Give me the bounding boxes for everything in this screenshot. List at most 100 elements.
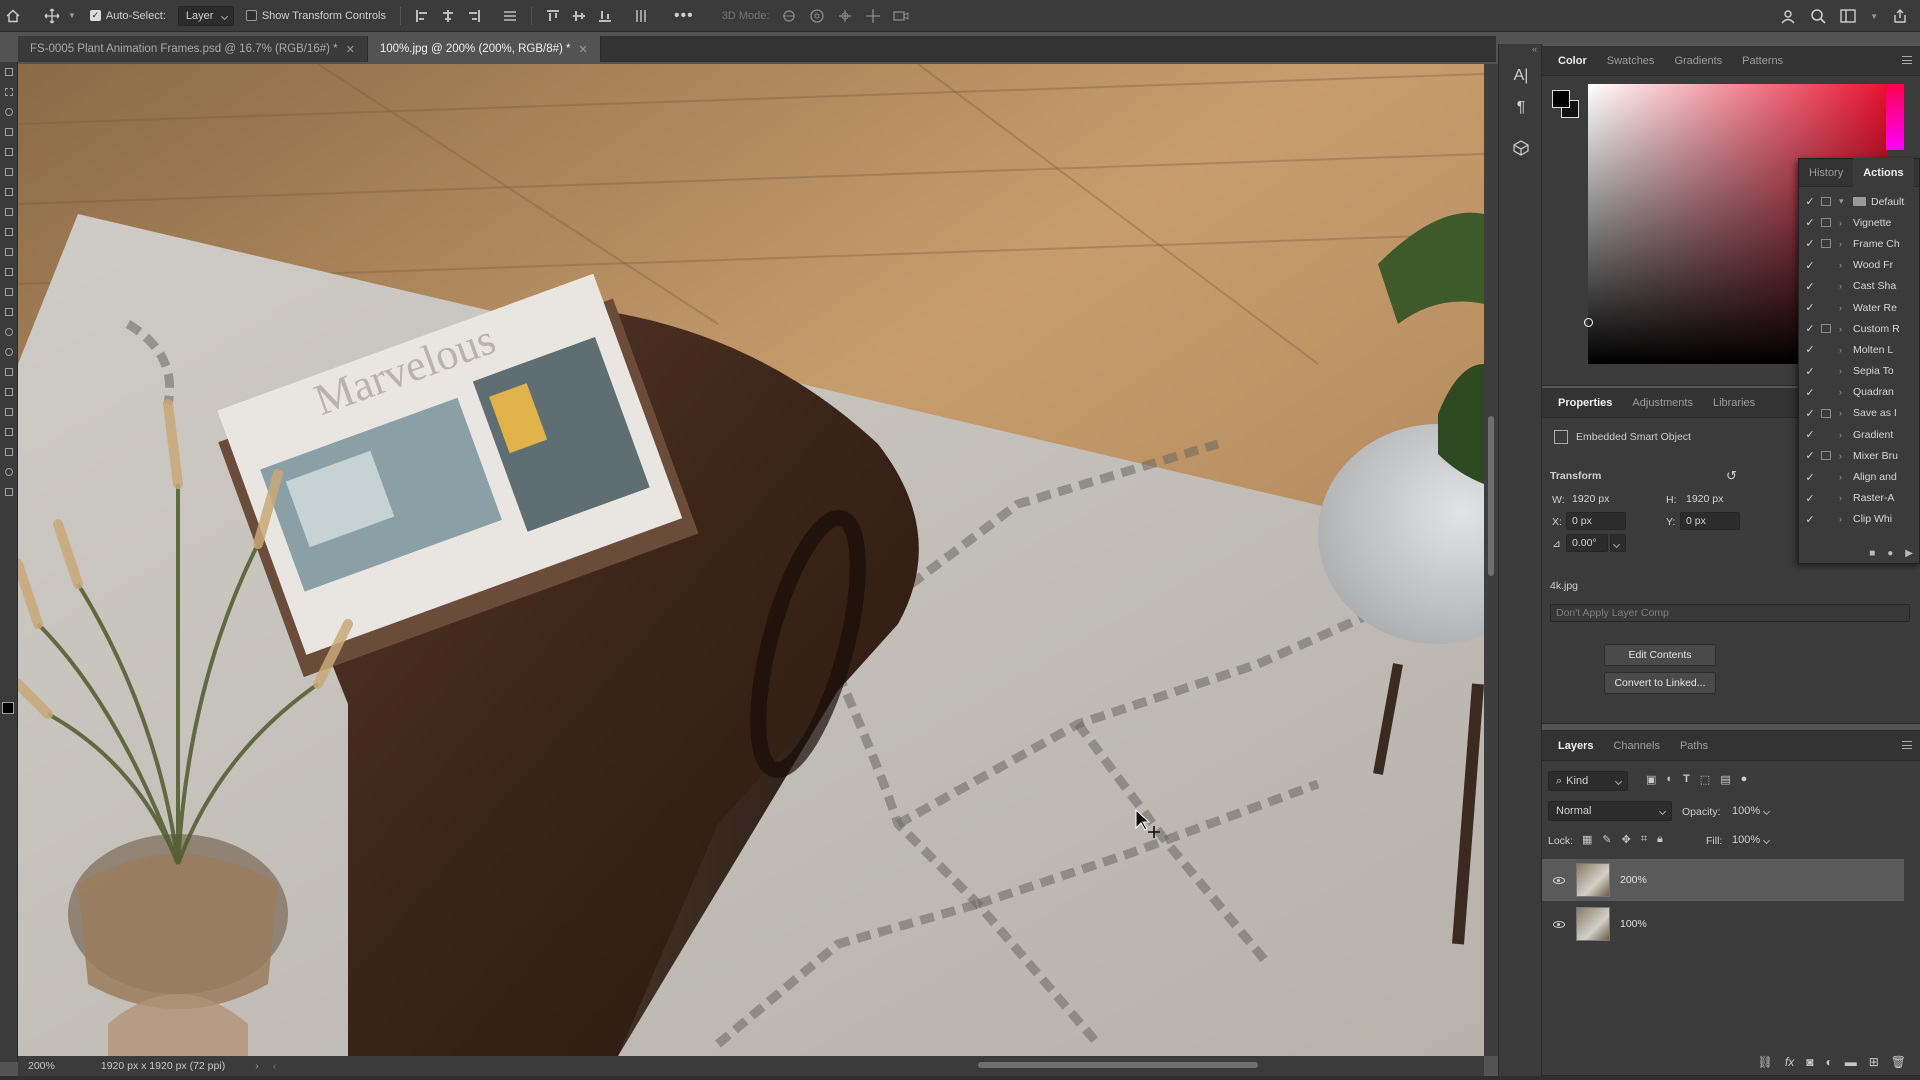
tab-properties[interactable]: Properties [1548,388,1622,418]
quick-select-tool[interactable] [0,122,18,142]
close-icon[interactable]: ✕ [346,43,355,56]
dialog-toggle-icon[interactable] [1821,324,1831,334]
panel-menu-icon[interactable] [1902,741,1912,749]
tab-gradients[interactable]: Gradients [1664,46,1732,76]
check-icon[interactable]: ✓ [1799,301,1821,314]
filter-adjustment-icon[interactable]: ◐ [1666,773,1673,786]
distribute-icon[interactable] [503,9,517,23]
more-options-button[interactable]: ••• [668,0,700,32]
dialog-toggle-icon[interactable] [1821,282,1831,291]
eyedropper-tool[interactable] [0,182,18,202]
blend-mode-dropdown[interactable]: Normal [1548,801,1672,821]
chevron-right-icon[interactable]: › [1839,430,1853,440]
dialog-toggle-icon[interactable] [1821,261,1831,270]
check-icon[interactable]: ✓ [1799,322,1821,335]
check-icon[interactable]: ✓ [1799,216,1821,229]
workspace-icon[interactable] [1840,8,1856,24]
fx-icon[interactable]: fx [1785,1055,1794,1069]
add-mask-icon[interactable]: ◙ [1806,1055,1813,1069]
dialog-toggle-icon[interactable] [1821,494,1831,503]
check-icon[interactable]: ✓ [1799,449,1821,462]
chevron-right-icon[interactable]: › [1839,303,1853,313]
check-icon[interactable]: ✓ [1799,386,1821,399]
home-button[interactable] [0,0,26,32]
pan-3d-icon[interactable] [837,8,853,24]
check-icon[interactable]: ✓ [1799,259,1821,272]
action-row[interactable]: ✓ › Save as I [1799,403,1919,424]
action-row[interactable]: ✓ › Clip Whi [1799,509,1919,530]
marquee-tool[interactable] [0,82,18,102]
action-row[interactable]: ✓ › Water Re [1799,297,1919,318]
lock-all-icon[interactable]: 🔒︎ [1657,833,1663,846]
layer-name[interactable]: 200% [1620,874,1647,886]
check-icon[interactable]: ✓ [1799,195,1821,208]
align-hcenter-icon[interactable] [441,9,455,23]
action-row[interactable]: ✓ › Align and [1799,466,1919,487]
layer-comp-select[interactable]: Don't Apply Layer Comp [1550,604,1910,622]
chevron-right-icon[interactable]: › [1839,260,1853,270]
stop-icon[interactable]: ■ [1869,548,1875,559]
filter-toggle-icon[interactable]: ● [1741,773,1748,786]
lock-brush-icon[interactable]: ✎ [1602,833,1611,846]
chevron-right-icon[interactable]: › [1839,239,1853,249]
dialog-toggle-icon[interactable] [1821,303,1831,312]
action-row[interactable]: ✓ › Mixer Bru [1799,445,1919,466]
check-icon[interactable]: ✓ [1799,428,1821,441]
orbit-3d-icon[interactable] [781,8,797,24]
action-row[interactable]: ✓ › Gradient [1799,424,1919,445]
action-row[interactable]: ✓ › Custom R [1799,318,1919,339]
align-top-icon[interactable] [546,9,560,23]
chevron-right-icon[interactable]: › [1839,514,1853,524]
tab-paths[interactable]: Paths [1670,731,1718,761]
trash-icon[interactable]: 🗑︎ [1891,1055,1906,1069]
chevron-right-icon[interactable]: › [1839,408,1853,418]
action-row[interactable]: ✓ › Molten L [1799,339,1919,360]
action-row[interactable]: ✓ › Wood Fr [1799,255,1919,276]
eraser-tool[interactable] [0,282,18,302]
check-icon[interactable]: ✓ [1799,280,1821,293]
align-left-icon[interactable] [415,9,429,23]
chevron-right-icon[interactable]: › [1839,366,1853,376]
action-row[interactable]: ✓ › Cast Sha [1799,276,1919,297]
tab-history[interactable]: History [1799,158,1853,188]
tab-patterns[interactable]: Patterns [1732,46,1793,76]
auto-select-checkbox[interactable]: ✓ Auto-Select: [84,0,172,32]
lasso-tool[interactable] [0,102,18,122]
crop-tool[interactable] [0,142,18,162]
tab-color[interactable]: Color [1548,46,1597,76]
action-row[interactable]: ✓ › Vignette [1799,212,1919,233]
check-icon[interactable]: ✓ [1799,492,1821,505]
filter-smart-object-icon[interactable]: ▤ [1720,773,1730,786]
pen-tool[interactable] [0,362,18,382]
stamp-tool[interactable] [0,242,18,262]
video-camera-icon[interactable] [893,8,909,24]
search-icon[interactable] [1810,8,1826,24]
scroll-thumb[interactable] [978,1062,1258,1068]
character-panel-button[interactable]: A| [1499,60,1543,92]
roll-3d-icon[interactable] [809,8,825,24]
align-vcenter-icon[interactable] [572,9,586,23]
paragraph-panel-button[interactable]: ¶ [1499,92,1543,124]
layer-row-100[interactable]: 100% [1542,903,1904,945]
x-field[interactable]: 0 px [1566,512,1626,530]
chevron-right-icon[interactable]: › [1839,218,1853,228]
document-canvas[interactable]: Marvelous [18,64,1484,1056]
new-layer-icon[interactable]: ⊞ [1869,1055,1879,1069]
y-field[interactable]: 0 px [1680,512,1740,530]
history-brush-tool[interactable] [0,262,18,282]
path-select-tool[interactable] [0,402,18,422]
dialog-toggle-icon[interactable] [1821,515,1831,524]
tab-libraries[interactable]: Libraries [1703,388,1765,418]
share-user-icon[interactable] [1780,8,1796,24]
chevron-right-icon[interactable]: › [1839,345,1853,355]
action-row[interactable]: ✓ › Raster-A [1799,488,1919,509]
dialog-toggle-icon[interactable] [1821,367,1831,376]
tab-swatches[interactable]: Swatches [1597,46,1665,76]
zoom-tool[interactable] [0,462,18,482]
chevron-right-icon[interactable]: › [1839,493,1853,503]
panel-menu-icon[interactable] [1902,56,1912,64]
chevron-right-icon[interactable]: › [1839,472,1853,482]
check-icon[interactable]: ✓ [1799,513,1821,526]
chevron-right-icon[interactable]: › [1839,324,1853,334]
chevron-down-icon[interactable]: ▼ [1870,12,1878,21]
